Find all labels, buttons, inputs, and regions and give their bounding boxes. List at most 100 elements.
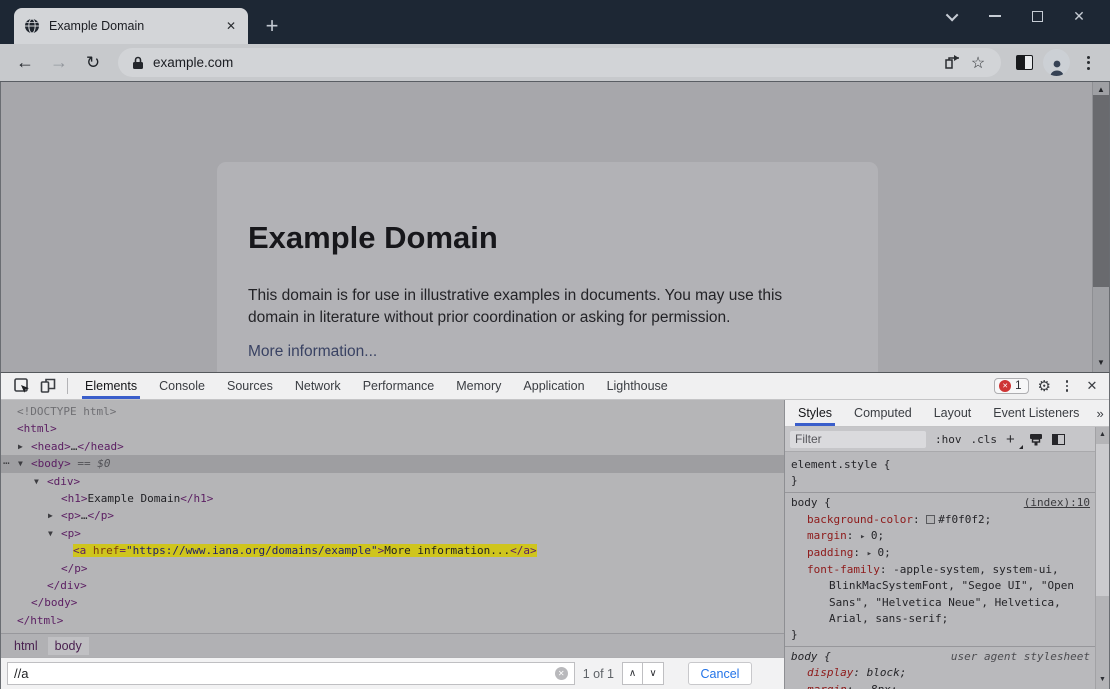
search-clear-icon[interactable]: ✕	[554, 667, 568, 680]
window-minimize-button[interactable]	[974, 1, 1016, 31]
rendering-emulation-icon[interactable]	[1029, 433, 1043, 446]
styles-scrollbar-thumb[interactable]	[1096, 444, 1109, 596]
bookmark-star-icon[interactable]: ☆	[965, 50, 991, 76]
page-paragraph: This domain is for use in illustrative e…	[248, 287, 783, 326]
address-bar[interactable]: example.com ☆	[118, 48, 1001, 77]
scroll-up-icon[interactable]: ▲	[1093, 85, 1109, 94]
disclosure-arrow-icon[interactable]: ▼	[34, 473, 47, 490]
disclosure-arrow-icon[interactable]: ▼	[48, 525, 61, 542]
stylesheet-source-link[interactable]: (index):10	[1024, 495, 1090, 511]
dom-node-row[interactable]: <a href="https://www.iana.org/domains/ex…	[1, 542, 784, 559]
dom-node-row[interactable]: ▶ <head>…</head>	[1, 438, 784, 455]
search-next-button[interactable]: ∨	[643, 662, 664, 685]
style-declaration-row[interactable]: }	[785, 473, 1095, 489]
dom-node-row[interactable]: <!DOCTYPE html>	[1, 403, 784, 420]
dom-node-row[interactable]: ▼ <div>	[1, 473, 784, 490]
devtools-tab-network[interactable]: Network	[284, 373, 352, 399]
disclosure-arrow-icon[interactable]: ▶	[48, 507, 61, 524]
disclosure-arrow-icon[interactable]: ▶	[18, 438, 31, 455]
toggle-element-state[interactable]: :hov	[935, 433, 962, 446]
search-cancel-button[interactable]: Cancel	[688, 662, 752, 685]
style-declaration-row[interactable]: display: block;	[785, 665, 1095, 681]
color-swatch[interactable]	[926, 514, 936, 524]
style-declaration-row[interactable]: BlinkMacSystemFont, "Segoe UI", "Open	[785, 578, 1095, 594]
dom-node-row[interactable]: ▶ <p>…</p>	[1, 507, 784, 524]
dom-node-row[interactable]: … ▼ <body> == $0	[1, 454, 784, 473]
reload-button[interactable]: ↻	[78, 48, 108, 78]
dom-node-row[interactable]: </p>	[1, 560, 784, 577]
new-style-rule-button[interactable]: +	[1006, 431, 1023, 449]
styles-scrollbar[interactable]: ▲ ▼	[1095, 427, 1109, 689]
more-information-link[interactable]: More information...	[248, 343, 377, 361]
window-close-button[interactable]: ✕	[1058, 1, 1100, 31]
styles-tab-event-listeners[interactable]: Event Listeners	[982, 400, 1090, 426]
style-declaration-row[interactable]: font-family: -apple-system, system-ui,	[785, 562, 1095, 578]
dom-node-row[interactable]: </div>	[1, 577, 784, 594]
forward-button[interactable]: →	[44, 48, 74, 78]
breadcrumb-html[interactable]: html	[7, 637, 45, 655]
disclosure-arrow-icon[interactable]: ▼	[18, 455, 31, 472]
styles-scroll-down-icon[interactable]: ▼	[1096, 676, 1109, 683]
style-declaration-row[interactable]: Sans", "Helvetica Neue", Helvetica,	[785, 595, 1095, 611]
window-chevron-icon[interactable]	[932, 1, 974, 31]
devtools-tabs: Elements Console Sources Network Performance…	[74, 373, 679, 399]
style-declaration-row[interactable]: body {(index):10	[785, 495, 1095, 511]
style-declaration-row[interactable]: }	[785, 627, 1095, 643]
page-scrollbar-thumb[interactable]	[1093, 95, 1109, 287]
tab-close-icon[interactable]: ✕	[222, 17, 240, 35]
browser-tab[interactable]: Example Domain ✕	[14, 8, 248, 44]
search-prev-button[interactable]: ∧	[622, 662, 643, 685]
dom-node-row[interactable]: <html>	[1, 420, 784, 437]
devtools-tab-application[interactable]: Application	[512, 373, 595, 399]
style-rule-section: element.style {}	[785, 455, 1095, 494]
styles-tab-styles[interactable]: Styles	[787, 400, 843, 426]
error-badge[interactable]: ✕ 1	[994, 378, 1029, 394]
share-icon[interactable]	[939, 50, 965, 76]
dom-node-row[interactable]: <h1>Example Domain</h1>	[1, 490, 784, 507]
styles-filter-row: Filter :hov .cls +	[785, 427, 1109, 452]
page-scrollbar[interactable]: ▲ ▼	[1092, 82, 1109, 372]
settings-gear-icon[interactable]: ⚙	[1038, 377, 1051, 395]
devtools-body: <!DOCTYPE html> <html> ▶ <head>…</head>… ▼ <b…	[1, 400, 1109, 689]
error-icon: ✕	[999, 380, 1012, 392]
devtools-panel: Elements Console Sources Network Performance…	[0, 372, 1110, 689]
style-declaration-row[interactable]: margin: ▸ 8px;	[785, 682, 1095, 689]
breadcrumb-body[interactable]: body	[47, 636, 89, 655]
scroll-down-icon[interactable]: ▼	[1093, 358, 1109, 367]
device-toolbar-icon[interactable]	[35, 373, 61, 399]
style-declaration-row[interactable]: background-color: #f0f0f2;	[785, 512, 1095, 528]
styles-sidebar: Styles Computed Layout Event Listeners » Fil…	[784, 400, 1109, 689]
dom-node-row[interactable]: </html>	[1, 612, 784, 629]
search-input[interactable]: //a ✕	[7, 662, 575, 685]
back-button[interactable]: ←	[10, 48, 40, 78]
style-declaration-row[interactable]: margin: ▸ 0;	[785, 528, 1095, 545]
more-tabs-icon[interactable]: »	[1096, 406, 1103, 421]
styles-tab-computed[interactable]: Computed	[843, 400, 923, 426]
styles-filter-input[interactable]: Filter	[790, 430, 926, 448]
side-panel-icon[interactable]	[1011, 50, 1037, 76]
window-maximize-button[interactable]	[1016, 1, 1058, 31]
style-declaration-row[interactable]: padding: ▸ 0;	[785, 545, 1095, 562]
computed-sidebar-toggle-icon[interactable]	[1052, 433, 1065, 445]
url-text: example.com	[153, 55, 234, 70]
devtools-tab-performance[interactable]: Performance	[352, 373, 446, 399]
style-declaration-row[interactable]: body {user agent stylesheet	[785, 649, 1095, 665]
devtools-tab-console[interactable]: Console	[148, 373, 216, 399]
style-declaration-row[interactable]: Arial, sans-serif;	[785, 611, 1095, 627]
devtools-tab-lighthouse[interactable]: Lighthouse	[596, 373, 679, 399]
styles-tab-layout[interactable]: Layout	[923, 400, 983, 426]
inspect-element-icon[interactable]	[9, 373, 35, 399]
dom-node-row[interactable]: </body>	[1, 594, 784, 611]
profile-avatar[interactable]	[1043, 49, 1070, 76]
devtools-menu-icon[interactable]	[1060, 380, 1074, 392]
devtools-tab-elements[interactable]: Elements	[74, 373, 148, 399]
new-tab-button[interactable]: +	[258, 12, 286, 40]
devtools-close-icon[interactable]: ✕	[1083, 378, 1101, 394]
browser-menu-icon[interactable]	[1076, 55, 1100, 70]
devtools-tab-sources[interactable]: Sources	[216, 373, 284, 399]
style-declaration-row[interactable]: element.style {	[785, 457, 1095, 473]
devtools-tab-memory[interactable]: Memory	[445, 373, 512, 399]
element-classes-toggle[interactable]: .cls	[971, 433, 998, 446]
styles-scroll-up-icon[interactable]: ▲	[1096, 431, 1109, 438]
dom-node-row[interactable]: ▼ <p>	[1, 525, 784, 542]
